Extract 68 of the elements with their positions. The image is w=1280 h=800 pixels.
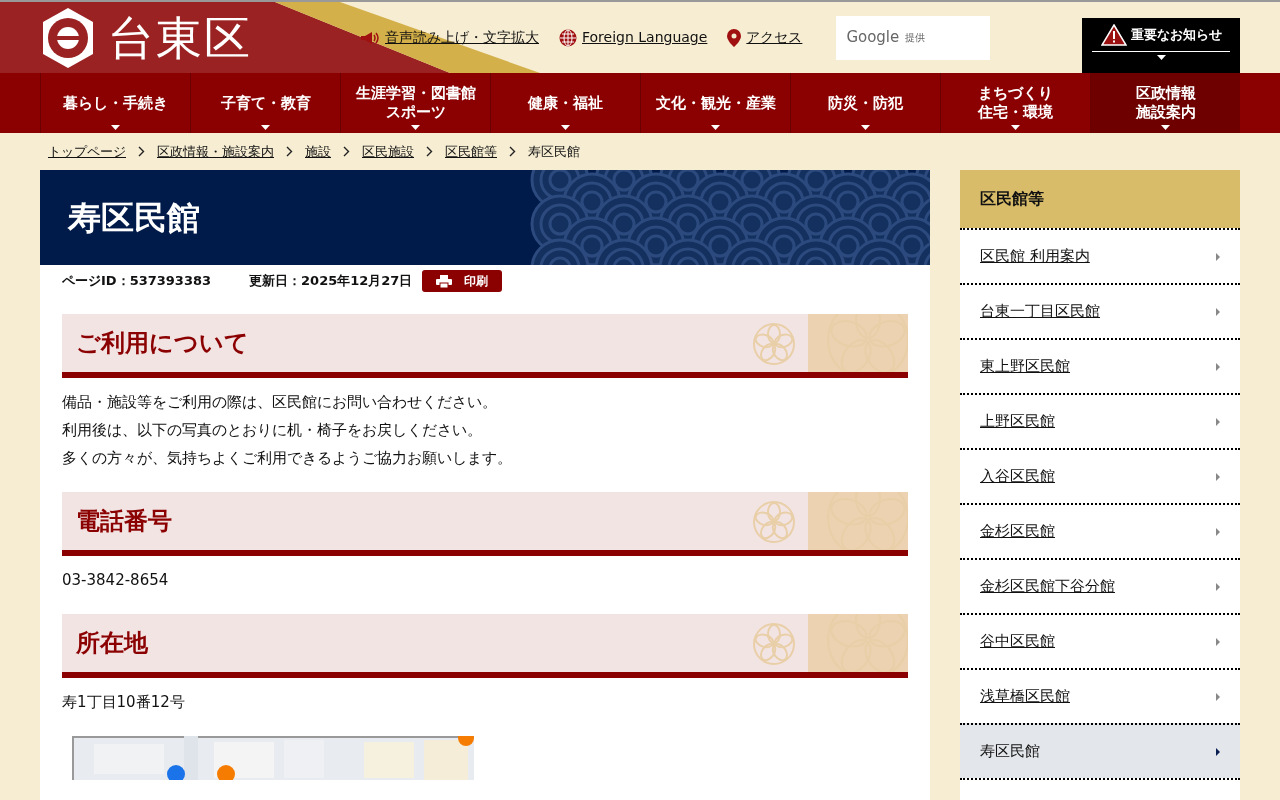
- sidebar-item[interactable]: 金杉区民館下谷分館: [960, 558, 1240, 613]
- updated-date: 更新日：2025年12月27日: [249, 272, 413, 291]
- caret-icon: [1216, 747, 1220, 756]
- nav-tab[interactable]: 区政情報 施設案内: [1090, 73, 1240, 133]
- body-text: 03-3842-8654: [62, 570, 170, 591]
- caret-icon: [561, 125, 570, 130]
- caret-icon: [261, 125, 270, 130]
- page-id: ページID：537393383: [62, 272, 212, 291]
- breadcrumb-link[interactable]: 施設: [305, 141, 331, 162]
- caret-icon: [411, 125, 420, 130]
- header-link[interactable]: 音声読み上げ・文字拡大: [360, 27, 539, 48]
- megaphone-icon: [360, 30, 380, 45]
- sidebar-item[interactable]: 寿区民館: [960, 723, 1240, 778]
- caret-icon: [1161, 125, 1170, 130]
- body-text: 利用後は、以下の写真のとおりに机・椅子をお戻しください。: [62, 420, 483, 441]
- chevron-icon: [426, 146, 433, 157]
- page-title: 寿区民館: [68, 196, 200, 239]
- caret-icon: [1011, 125, 1020, 130]
- breadcrumb-link[interactable]: 区民施設: [362, 141, 414, 162]
- sidebar-item[interactable]: 東上野区民館: [960, 338, 1240, 393]
- caret-icon: [1216, 527, 1220, 536]
- print-button[interactable]: 印刷: [422, 270, 503, 292]
- breadcrumb-link[interactable]: 区民館等: [445, 141, 497, 162]
- caret-icon: [1216, 362, 1220, 371]
- sidebar-item[interactable]: 浅草橋区民館: [960, 668, 1240, 723]
- caret-icon: [1216, 692, 1220, 701]
- chevron-icon: [509, 146, 516, 157]
- header-link[interactable]: Foreign Language: [559, 27, 708, 48]
- location-pin-icon: [727, 28, 742, 47]
- chevron-icon: [343, 146, 350, 157]
- body-text: 備品・施設等をご利用の際は、区民館にお問い合わせください。: [62, 392, 498, 413]
- sidebar-item[interactable]: 谷中区民館: [960, 613, 1240, 668]
- body-text: 寿1丁目10番12号: [62, 692, 186, 713]
- caret-icon: [1216, 472, 1220, 481]
- caret-icon: [1216, 307, 1220, 316]
- section-heading: 電話番号: [76, 506, 172, 537]
- sidebar-item[interactable]: 上野区民館: [960, 393, 1240, 448]
- breadcrumb-current: 寿区民館: [528, 142, 580, 161]
- logo-text: 台東区: [108, 14, 252, 61]
- body-text: 多くの方々が、気持ちよくご利用できるようご協力お願いします。: [62, 448, 513, 469]
- emblem-icon: [40, 6, 96, 69]
- sidebar-item[interactable]: 入谷区民館: [960, 448, 1240, 503]
- warning-icon: [1100, 24, 1127, 46]
- search-field[interactable]: Google 提供: [836, 15, 991, 60]
- caret-icon: [711, 125, 720, 130]
- caret-icon: [111, 125, 120, 130]
- sidebar-item[interactable]: 区民館 利用案内: [960, 228, 1240, 283]
- chevron-icon: [138, 146, 145, 157]
- caret-icon: [1216, 582, 1220, 591]
- chevron-icon: [286, 146, 293, 157]
- caret-icon: [1216, 252, 1220, 261]
- caret-icon: [1216, 417, 1220, 426]
- sidebar-heading: 区民館等: [960, 170, 1240, 228]
- search-suffix: 提供: [905, 31, 926, 45]
- breadcrumb-link[interactable]: 区政情報・施設案内: [157, 141, 274, 162]
- globe-icon: [559, 28, 577, 47]
- printer-icon: [436, 274, 453, 288]
- breadcrumb-link[interactable]: トップページ: [48, 141, 126, 162]
- caret-icon: [1156, 55, 1166, 60]
- section-heading: 所在地: [76, 628, 148, 659]
- sidebar-item[interactable]: 台東一丁目区民館: [960, 283, 1240, 338]
- caret-icon: [861, 125, 870, 130]
- sidebar-item[interactable]: 金杉区民館: [960, 503, 1240, 558]
- notice-button[interactable]: 重要なお知らせ: [1082, 18, 1240, 73]
- header-link[interactable]: アクセス: [727, 27, 803, 48]
- search-brand: Google: [846, 27, 900, 49]
- caret-icon: [1216, 637, 1220, 646]
- section-heading: ご利用について: [76, 328, 249, 359]
